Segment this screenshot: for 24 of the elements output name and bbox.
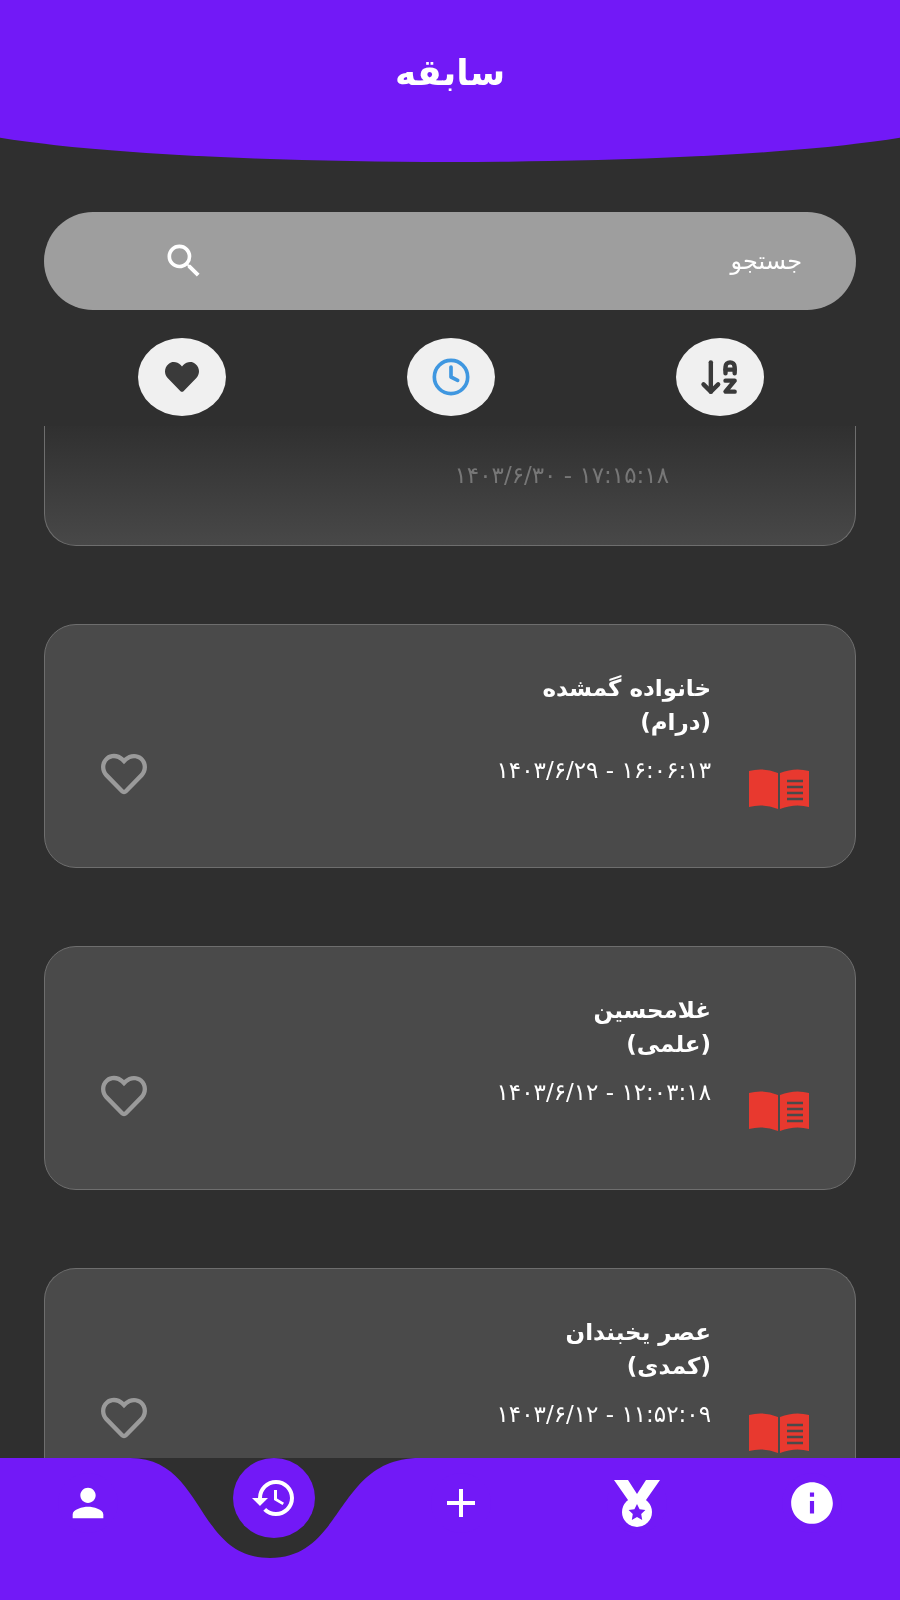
favorite-button[interactable] bbox=[101, 1395, 147, 1441]
history-card[interactable]: غلامحسین (علمی) ۱۲:۰۳:۱۸ - ۱۴۰۳/۶/۱۲ bbox=[44, 946, 856, 1190]
heart-icon bbox=[165, 360, 199, 394]
book-icon bbox=[747, 1089, 811, 1133]
page-title: سابقه bbox=[394, 52, 506, 95]
search-input[interactable]: جستجو bbox=[400, 246, 804, 276]
history-card[interactable]: عصر یخبندان (کمدی) ۱۱:۵۲:۰۹ - ۱۴۰۳/۶/۱۲ bbox=[44, 1268, 856, 1458]
item-genre: (کمدی) bbox=[626, 1353, 711, 1379]
book-icon bbox=[747, 767, 811, 811]
favorite-button[interactable] bbox=[101, 751, 147, 797]
history-card[interactable]: خانواده گمشده (درام) ۱۶:۰۶:۱۳ - ۱۴۰۳/۶/۲۹ bbox=[44, 624, 856, 868]
favorite-button[interactable] bbox=[101, 1073, 147, 1119]
item-datetime: ۱۷:۱۵:۱۸ - ۱۴۰۳/۶/۳۰ bbox=[454, 462, 669, 488]
item-datetime: ۱۱:۵۲:۰۹ - ۱۴۰۳/۶/۱۲ bbox=[496, 1401, 711, 1427]
item-datetime: ۱۶:۰۶:۱۳ - ۱۴۰۳/۶/۲۹ bbox=[496, 757, 711, 783]
item-datetime: ۱۲:۰۳:۱۸ - ۱۴۰۳/۶/۱۲ bbox=[496, 1079, 711, 1105]
item-genre: (درام) bbox=[640, 709, 711, 735]
item-title: خانواده گمشده bbox=[542, 675, 711, 701]
search-field[interactable]: جستجو bbox=[44, 212, 856, 310]
item-genre: (علمی) bbox=[626, 1031, 711, 1057]
item-title: عصر یخبندان bbox=[565, 1319, 711, 1345]
item-title: غلامحسین bbox=[593, 997, 711, 1023]
book-icon bbox=[747, 1411, 811, 1455]
clock-icon bbox=[431, 357, 471, 397]
